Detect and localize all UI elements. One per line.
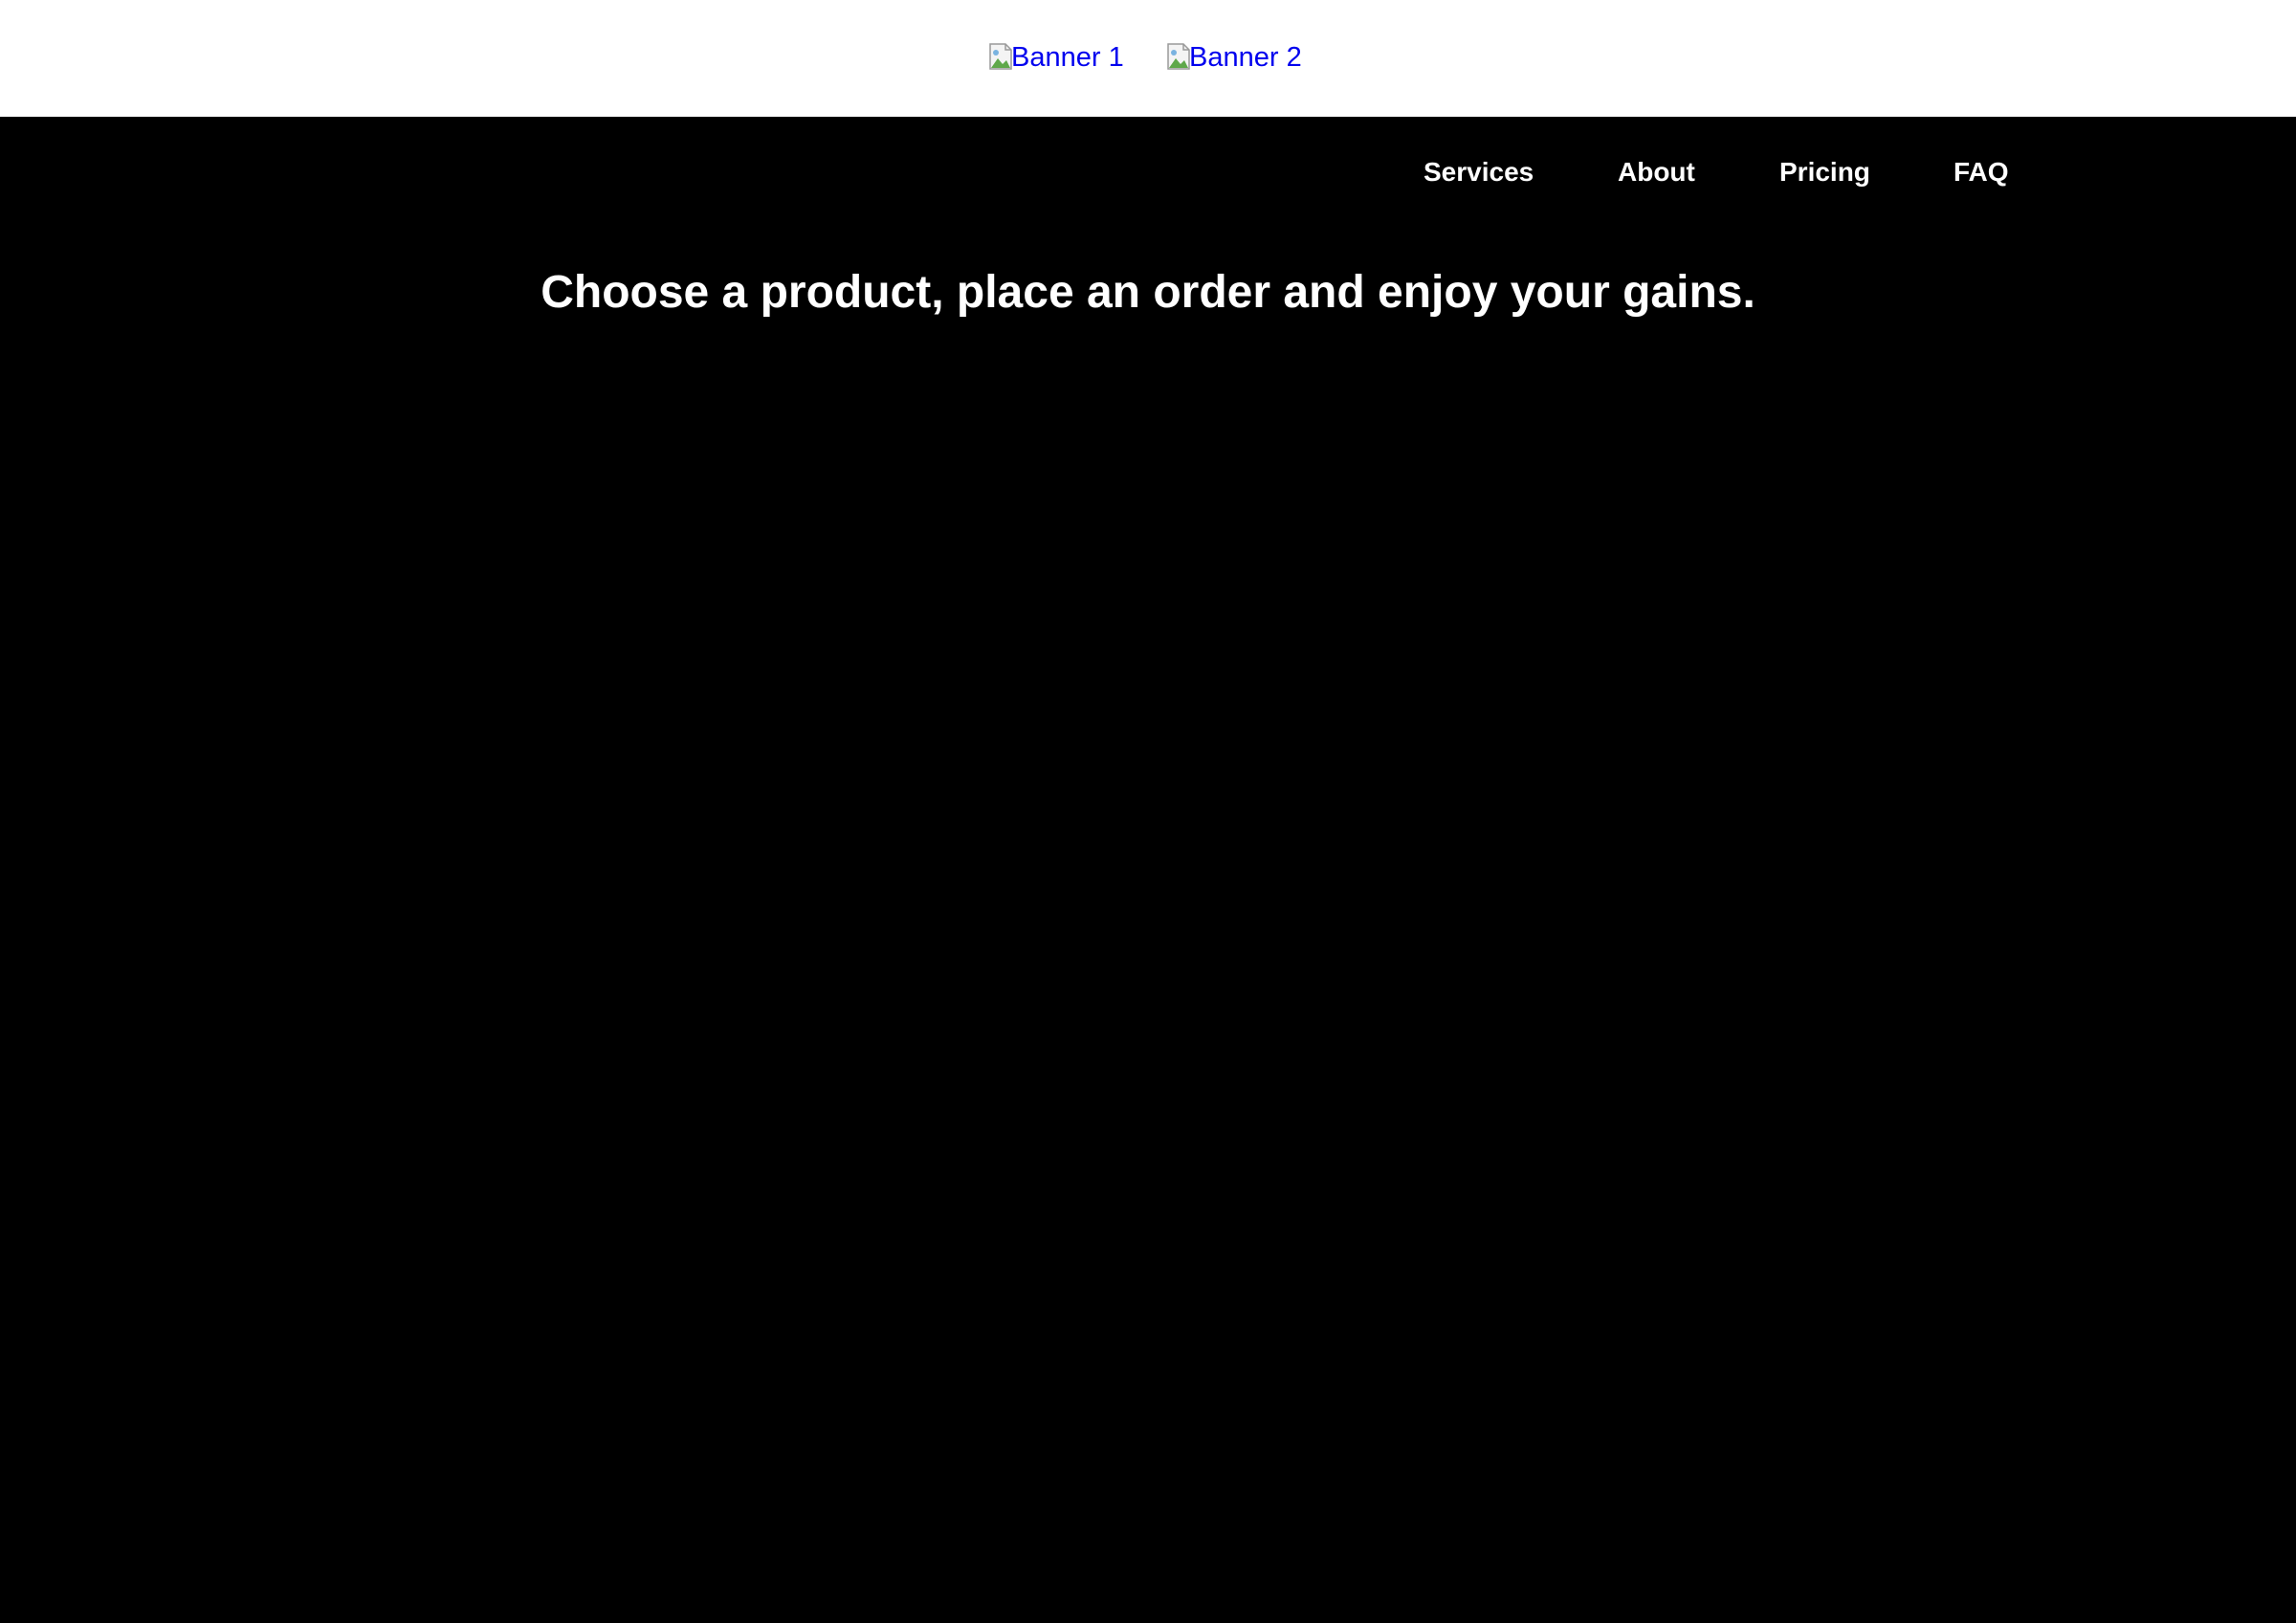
broken-image-icon bbox=[988, 42, 1015, 73]
broken-image-icon bbox=[1166, 42, 1193, 73]
hero-headline: Choose a product, place an order and enj… bbox=[541, 267, 1755, 318]
banner-2-alt-text: Banner 2 bbox=[1189, 41, 1302, 73]
banner-1-link[interactable]: Banner 1 bbox=[988, 38, 1124, 77]
banner-bar: Banner 1 Banner 2 bbox=[0, 0, 2296, 117]
banner-1-alt-text: Banner 1 bbox=[1011, 41, 1124, 73]
nav-item-faq[interactable]: FAQ bbox=[1954, 153, 2009, 191]
nav-item-services[interactable]: Services bbox=[1424, 153, 1534, 191]
nav-item-pricing[interactable]: Pricing bbox=[1779, 153, 1870, 191]
banner-2-link[interactable]: Banner 2 bbox=[1166, 38, 1302, 77]
nav-item-about[interactable]: About bbox=[1618, 153, 1695, 191]
